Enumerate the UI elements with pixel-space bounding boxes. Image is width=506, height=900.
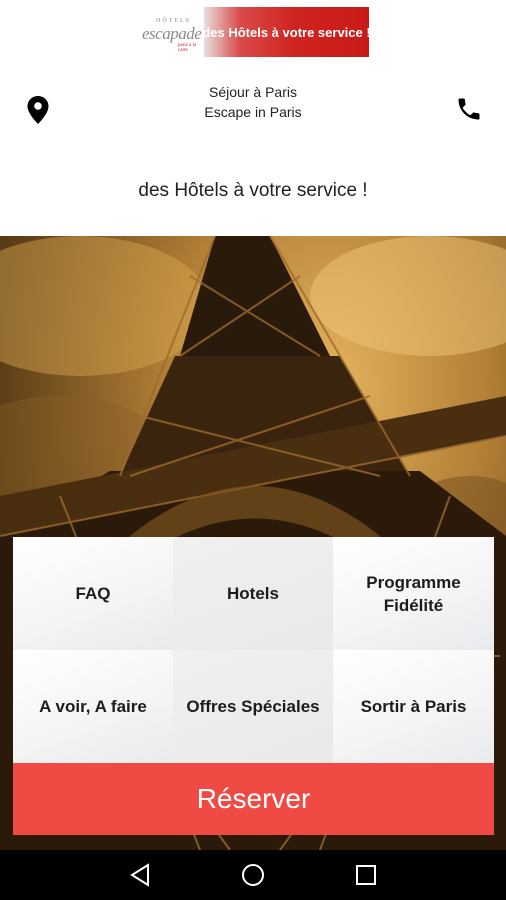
logo-main-text: escapade	[142, 24, 202, 43]
header-title: Séjour à Paris Escape in Paris	[150, 82, 356, 122]
home-icon[interactable]	[240, 862, 266, 888]
tagline: des Hôtels à votre service !	[138, 180, 368, 201]
logo-wordmark: HÔTELS escapade paris à la carte	[142, 7, 204, 57]
header-title-line2: Escape in Paris	[204, 104, 302, 120]
menu-a-voir-button[interactable]: A voir, A faire	[13, 650, 173, 763]
menu-hotels-button[interactable]: Hotels	[173, 537, 333, 650]
menu-offres-button[interactable]: Offres Spéciales	[173, 650, 333, 763]
location-pin-icon[interactable]	[26, 95, 50, 125]
reserve-button[interactable]: Réserver	[13, 763, 494, 835]
brand-logo: HÔTELS escapade paris à la carte des Hôt…	[142, 7, 371, 57]
logo-sub-text: paris à la carte	[178, 43, 197, 53]
recents-icon[interactable]	[353, 862, 379, 888]
menu-sortir-button[interactable]: Sortir à Paris	[333, 650, 494, 763]
phone-icon[interactable]	[455, 95, 483, 123]
menu-faq-button[interactable]: FAQ	[13, 537, 173, 650]
menu-grid: FAQ Hotels Programme Fidélité A voir, A …	[13, 537, 494, 763]
logo-banner: des Hôtels à votre service !	[202, 7, 371, 57]
header-bar: Séjour à Paris Escape in Paris	[0, 78, 506, 140]
system-navbar	[0, 850, 506, 900]
menu-fidelite-button[interactable]: Programme Fidélité	[333, 537, 494, 650]
back-icon[interactable]	[128, 862, 154, 888]
header-title-line1: Séjour à Paris	[209, 84, 297, 100]
